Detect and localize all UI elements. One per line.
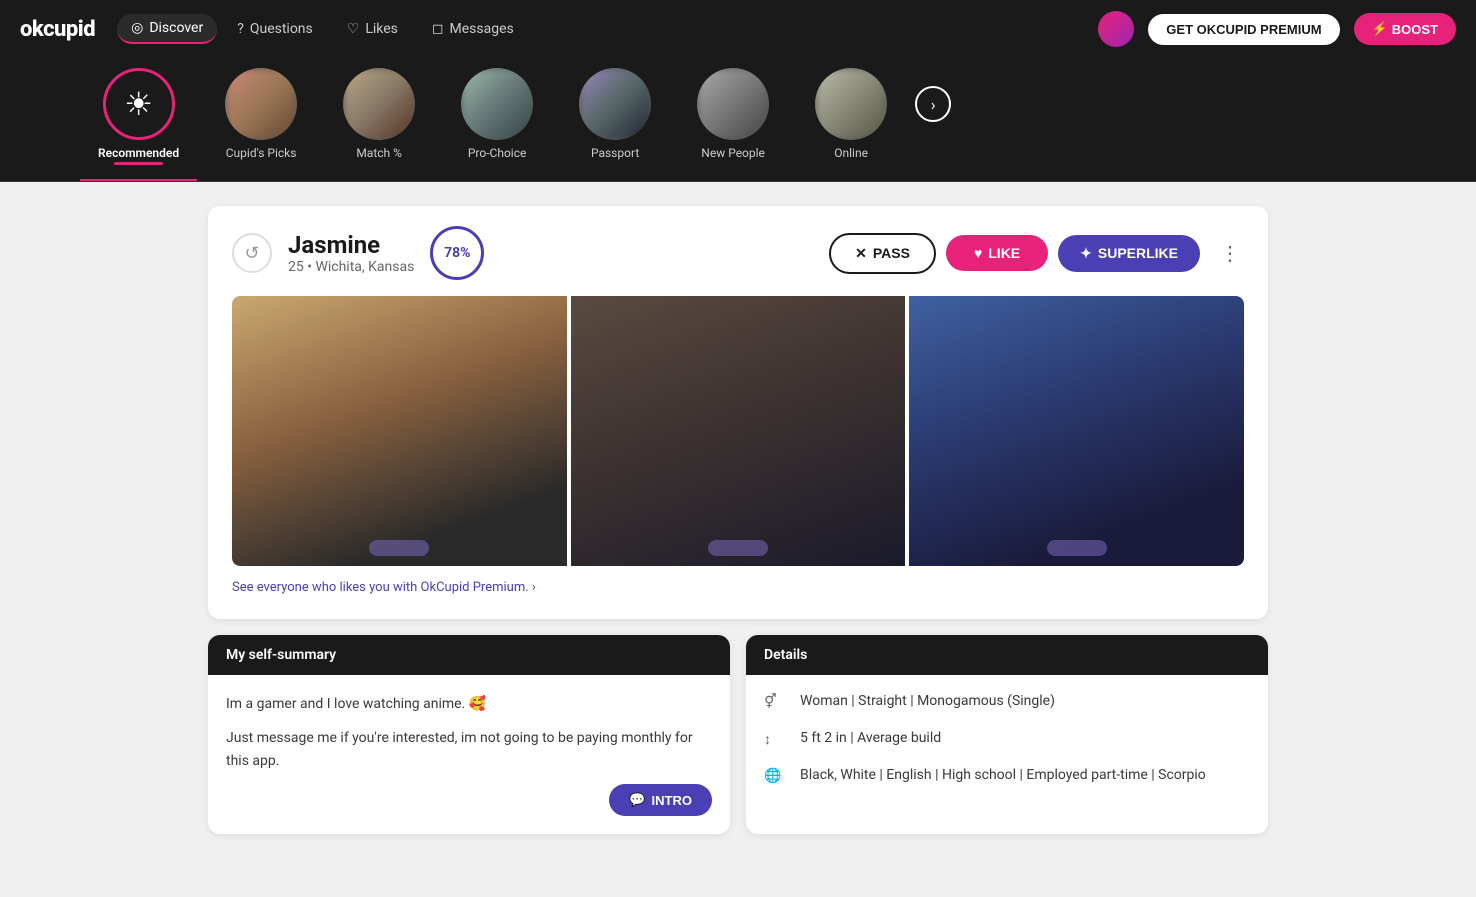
gender-icon: ⚥ <box>764 694 786 716</box>
detail-item-ethnicity: 🌐 Black, White | English | High school |… <box>764 767 1250 790</box>
pass-button[interactable]: ✕ PASS <box>829 233 936 274</box>
heart-icon: ♥ <box>974 245 982 261</box>
likes-icon: ♡ <box>347 21 360 37</box>
detail-item-gender: ⚥ Woman | Straight | Monogamous (Single) <box>764 693 1250 716</box>
nav-likes[interactable]: ♡ Likes <box>333 15 412 43</box>
undo-button[interactable]: ↺ <box>232 233 272 273</box>
avatar[interactable] <box>1098 11 1134 47</box>
sections-row: My self-summary Im a gamer and I love wa… <box>208 635 1268 834</box>
category-online[interactable]: Online <box>797 68 905 174</box>
profile-info: Jasmine 25 • Wichita, Kansas <box>288 231 414 275</box>
category-next-button[interactable]: › <box>915 86 951 122</box>
category-cupids-picks[interactable]: Cupid's Picks <box>207 68 315 174</box>
cupids-picks-image <box>225 68 297 140</box>
logo: okcupid <box>20 17 95 42</box>
pro-choice-image <box>461 68 533 140</box>
photo-1[interactable] <box>232 296 567 566</box>
match-percent-circle: 78% <box>430 226 484 280</box>
self-summary-header: My self-summary <box>208 635 730 675</box>
premium-cta-link[interactable]: See everyone who likes you with OkCupid … <box>232 580 1244 595</box>
boost-button[interactable]: ⚡ BOOST <box>1354 13 1456 45</box>
details-card: Details ⚥ Woman | Straight | Monogamous … <box>746 635 1268 834</box>
photos-row <box>232 296 1244 566</box>
self-summary-body: Im a gamer and I love watching anime. 🥰 … <box>208 675 730 834</box>
undo-icon: ↺ <box>244 243 259 264</box>
category-match[interactable]: Match % <box>325 68 433 174</box>
superlike-button[interactable]: ✦ SUPERLIKE <box>1058 235 1200 272</box>
category-passport[interactable]: Passport <box>561 68 669 174</box>
superlike-icon: ✦ <box>1080 245 1092 262</box>
category-new-people[interactable]: New People <box>679 68 787 174</box>
self-summary-text-1: Im a gamer and I love watching anime. 🥰 <box>226 693 712 715</box>
photo-2-label <box>708 540 768 556</box>
photo-3-label <box>1047 540 1107 556</box>
category-bar: ☀ Recommended Cupid's Picks Match % Pro-… <box>0 58 1476 182</box>
profile-name: Jasmine <box>288 231 414 259</box>
passport-image <box>579 68 651 140</box>
like-button[interactable]: ♥ LIKE <box>946 235 1048 271</box>
x-icon: ✕ <box>855 245 867 262</box>
photo-2[interactable] <box>571 296 906 566</box>
more-options-button[interactable]: ⋮ <box>1216 237 1244 269</box>
nav-discover[interactable]: ◎ Discover <box>117 14 217 44</box>
profile-card: ↺ Jasmine 25 • Wichita, Kansas 78% ✕ PAS… <box>208 206 1268 619</box>
details-header: Details <box>746 635 1268 675</box>
messages-icon: ◻ <box>432 21 444 37</box>
globe-icon: 🌐 <box>764 768 786 790</box>
photo-3[interactable] <box>909 296 1244 566</box>
action-buttons: ✕ PASS ♥ LIKE ✦ SUPERLIKE <box>829 233 1200 274</box>
intro-button[interactable]: 💬 INTRO <box>609 784 712 816</box>
questions-icon: ? <box>237 21 244 37</box>
nav-messages[interactable]: ◻ Messages <box>418 15 528 43</box>
boost-icon: ⚡ <box>1372 21 1388 37</box>
nav-questions[interactable]: ? Questions <box>223 15 327 43</box>
online-image <box>815 68 887 140</box>
category-recommended[interactable]: ☀ Recommended <box>80 68 197 181</box>
self-summary-card: My self-summary Im a gamer and I love wa… <box>208 635 730 834</box>
photo-1-label <box>369 540 429 556</box>
recommended-icon-image: ☀ <box>103 68 175 140</box>
match-image <box>343 68 415 140</box>
detail-item-height: ↕ 5 ft 2 in | Average build <box>764 730 1250 753</box>
main-content: ↺ Jasmine 25 • Wichita, Kansas 78% ✕ PAS… <box>188 206 1288 834</box>
category-pro-choice[interactable]: Pro-Choice <box>443 68 551 174</box>
chat-icon: 💬 <box>629 792 645 808</box>
get-premium-button[interactable]: GET OKCUPID PREMIUM <box>1148 14 1339 45</box>
details-list: ⚥ Woman | Straight | Monogamous (Single)… <box>764 693 1250 790</box>
chevron-right-icon: › <box>931 95 936 114</box>
details-body: ⚥ Woman | Straight | Monogamous (Single)… <box>746 675 1268 808</box>
profile-header: ↺ Jasmine 25 • Wichita, Kansas 78% ✕ PAS… <box>232 226 1244 280</box>
height-icon: ↕ <box>764 731 786 753</box>
profile-age-location: 25 • Wichita, Kansas <box>288 259 414 275</box>
discover-icon: ◎ <box>131 20 143 36</box>
self-summary-text-2: Just message me if you're interested, im… <box>226 727 712 772</box>
new-people-image <box>697 68 769 140</box>
top-navigation: okcupid ◎ Discover ? Questions ♡ Likes ◻… <box>0 0 1476 58</box>
